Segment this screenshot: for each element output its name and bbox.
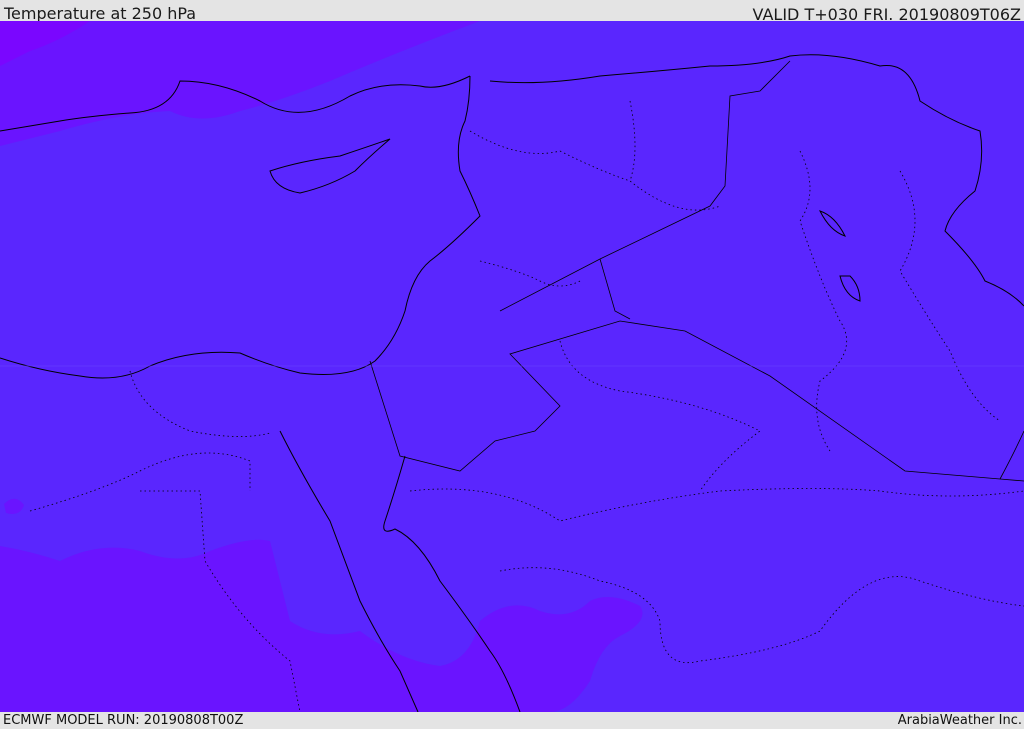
brand-label: ArabiaWeather Inc. xyxy=(897,713,1022,728)
map-title: Temperature at 250 hPa xyxy=(4,4,197,23)
model-run-label: ECMWF MODEL RUN: 20190808T00Z xyxy=(3,713,244,728)
temperature-map xyxy=(0,21,1024,712)
